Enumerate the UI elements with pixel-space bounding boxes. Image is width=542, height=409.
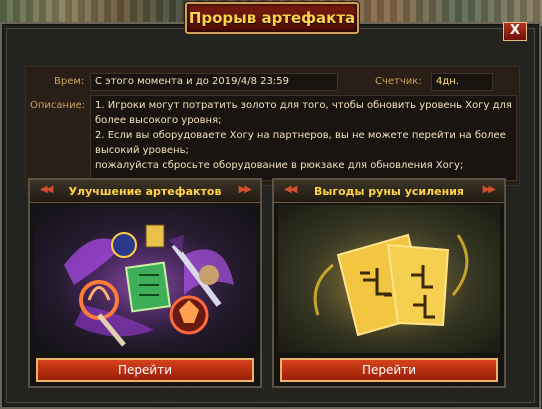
description-label: Описание:: [30, 100, 86, 111]
description-field: 1. Игроки могут потратить золото для тог…: [90, 95, 517, 181]
go-button[interactable]: Перейти: [280, 358, 498, 382]
description-line: высокий уровень;: [95, 145, 189, 156]
card-header: ◀◀ Выгоды руны усиления ▶▶: [274, 180, 504, 203]
description-line: 1. Игроки могут потратить золото для тог…: [95, 100, 512, 111]
go-button[interactable]: Перейти: [36, 358, 254, 382]
description-text: 1. Игроки могут потратить золото для тог…: [95, 98, 513, 173]
chevron-left-icon: ◀◀: [40, 184, 53, 195]
close-button[interactable]: X: [503, 22, 527, 41]
chevron-left-icon: ◀◀: [284, 184, 297, 195]
counter-value: 4дн.: [436, 76, 459, 87]
artifact-upgrade-card: ◀◀ Улучшение артефактов ▶▶ Перейти: [28, 178, 262, 388]
info-panel: Врем: С этого момента и до 2019/4/8 23:5…: [25, 66, 520, 186]
description-line: пожалуйста сбросьте оборудование в рюкза…: [95, 160, 464, 171]
card-header: ◀◀ Улучшение артефактов ▶▶: [30, 180, 260, 203]
card-title: Выгоды руны усиления: [313, 184, 464, 198]
time-value: С этого момента и до 2019/4/8 23:59: [95, 76, 289, 87]
card-title: Улучшение артефактов: [68, 184, 222, 198]
rune-boost-card: ◀◀ Выгоды руны усиления ▶▶ Перейти: [272, 178, 506, 388]
time-field: С этого момента и до 2019/4/8 23:59: [90, 73, 338, 91]
rune-illustration: [278, 205, 500, 353]
description-line: 2. Если вы оборудоваете Хогу на партнеро…: [95, 130, 506, 141]
artifact-illustration: [34, 205, 256, 353]
description-line: более высокого уровня;: [95, 115, 222, 126]
counter-label: Счетчик:: [375, 76, 422, 87]
chevron-right-icon: ▶▶: [482, 184, 496, 195]
counter-field: 4дн.: [431, 73, 493, 91]
window-title: Прорыв артефакта: [185, 2, 359, 34]
time-label: Врем:: [54, 76, 85, 87]
chevron-right-icon: ▶▶: [238, 184, 252, 195]
